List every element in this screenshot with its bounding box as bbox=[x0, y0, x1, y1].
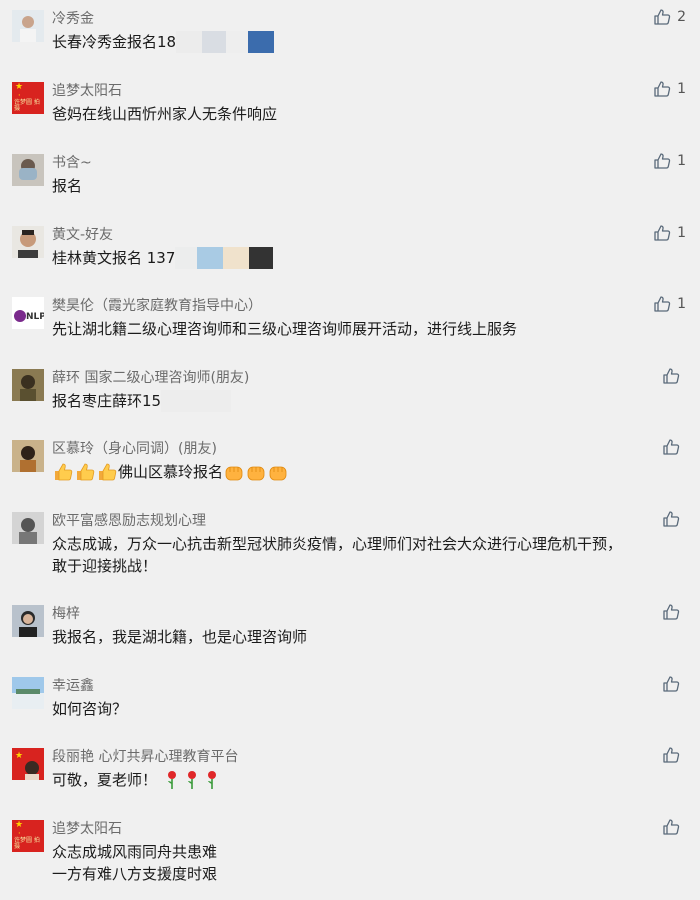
comment-text: 我报名，我是湖北籍，也是心理咨询师 bbox=[52, 628, 308, 646]
avatar[interactable] bbox=[12, 226, 44, 258]
comment-text: 如何咨询？ bbox=[52, 700, 128, 718]
like-count: 1 bbox=[677, 153, 686, 169]
like-button[interactable]: 1 bbox=[653, 295, 686, 313]
commenter-name[interactable]: 樊昊伦（霞光家庭教育指导中心） bbox=[52, 295, 262, 315]
avatar[interactable] bbox=[12, 512, 44, 544]
like-button[interactable]: 1 bbox=[653, 152, 686, 170]
thumbs-up-icon bbox=[662, 746, 680, 764]
fist-emoji bbox=[267, 461, 289, 489]
like-button[interactable] bbox=[662, 675, 686, 693]
commenter-name[interactable]: 区慕玲（身心同调）(朋友) bbox=[52, 438, 217, 458]
avatar[interactable] bbox=[12, 154, 44, 186]
thumbs-up-emoji bbox=[96, 461, 118, 489]
thumbs-up-icon bbox=[653, 295, 671, 313]
avatar-logo-text: NLP bbox=[26, 312, 44, 322]
like-count: 1 bbox=[677, 225, 686, 241]
avatar[interactable] bbox=[12, 369, 44, 401]
commenter-name[interactable]: 幸运鑫 bbox=[52, 675, 94, 695]
commenter-name[interactable]: 黄文-好友 bbox=[52, 224, 113, 244]
like-button[interactable]: 1 bbox=[653, 224, 686, 242]
rose-emoji bbox=[202, 769, 222, 797]
avatar[interactable] bbox=[12, 605, 44, 637]
comment-text: 佛山区慕玲报名 bbox=[52, 461, 289, 489]
commenter-name[interactable]: 追梦太阳石 bbox=[52, 80, 122, 100]
comment-text: 报名枣庄薛环15 bbox=[52, 390, 232, 412]
like-button[interactable]: 2 bbox=[653, 8, 686, 26]
thumbs-up-icon bbox=[653, 152, 671, 170]
thumbs-up-icon bbox=[662, 603, 680, 621]
like-button[interactable] bbox=[662, 510, 686, 528]
like-count: 2 bbox=[677, 9, 686, 25]
avatar[interactable] bbox=[12, 440, 44, 472]
like-count: 1 bbox=[677, 296, 686, 312]
commenter-name[interactable]: 冷秀金 bbox=[52, 8, 94, 28]
thumbs-up-icon bbox=[662, 818, 680, 836]
like-button[interactable]: 1 bbox=[653, 80, 686, 98]
commenter-name[interactable]: 追梦太阳石 bbox=[52, 818, 122, 838]
comment-text: 桂林黄文报名 137 bbox=[52, 247, 274, 269]
avatar[interactable]: ★ · 许梦圆 拍摄 bbox=[12, 820, 44, 852]
like-button[interactable] bbox=[662, 367, 686, 385]
like-count: 1 bbox=[677, 81, 686, 97]
avatar[interactable]: ★ bbox=[12, 748, 44, 780]
thumbs-up-icon bbox=[653, 8, 671, 26]
avatar[interactable]: NLP bbox=[12, 297, 44, 329]
like-button[interactable] bbox=[662, 438, 686, 456]
commenter-name[interactable]: 欧平富感恩励志规划心理 bbox=[52, 510, 206, 530]
thumbs-up-emoji bbox=[52, 461, 74, 489]
thumbs-up-icon bbox=[653, 80, 671, 98]
commenter-name[interactable]: 段丽艳 心灯共昇心理教育平台 bbox=[52, 746, 238, 766]
thumbs-up-icon bbox=[662, 438, 680, 456]
fist-emoji bbox=[245, 461, 267, 489]
like-button[interactable] bbox=[662, 603, 686, 621]
comment-text: 可敬，夏老师！ bbox=[52, 769, 222, 797]
comment-text: 众志成诚，万众一心抗击新型冠状肺炎疫情，心理师们对社会大众进行心理危机干预， 敢于… bbox=[52, 535, 623, 575]
avatar[interactable] bbox=[12, 677, 44, 709]
comment-text: 报名 bbox=[52, 177, 83, 195]
comment-text: 长春冷秀金报名18 bbox=[52, 31, 275, 53]
commenter-name[interactable]: 书含~ bbox=[52, 152, 92, 172]
thumbs-up-icon bbox=[653, 224, 671, 242]
thumbs-up-emoji bbox=[74, 461, 96, 489]
comment-text: 先让湖北籍二级心理咨询师和三级心理咨询师展开活动，进行线上服务 bbox=[52, 320, 518, 338]
fist-emoji bbox=[223, 461, 245, 489]
avatar[interactable] bbox=[12, 10, 44, 42]
like-button[interactable] bbox=[662, 746, 686, 764]
commenter-name[interactable]: 薛环 国家二级心理咨询师(朋友) bbox=[52, 367, 249, 387]
thumbs-up-icon bbox=[662, 675, 680, 693]
like-button[interactable] bbox=[662, 818, 686, 836]
avatar[interactable]: ★ · 许梦圆 拍摄 bbox=[12, 82, 44, 114]
rose-emoji bbox=[182, 769, 202, 797]
rose-emoji bbox=[162, 769, 182, 797]
thumbs-up-icon bbox=[662, 510, 680, 528]
comment-text: 爸妈在线山西忻州家人无条件响应 bbox=[52, 105, 278, 123]
commenter-name[interactable]: 梅梓 bbox=[52, 603, 80, 623]
svg-text:★: ★ bbox=[15, 751, 23, 761]
comment-text: 众志成城风雨同舟共患难 一方有难八方支援度时艰 bbox=[52, 843, 218, 883]
thumbs-up-icon bbox=[662, 367, 680, 385]
